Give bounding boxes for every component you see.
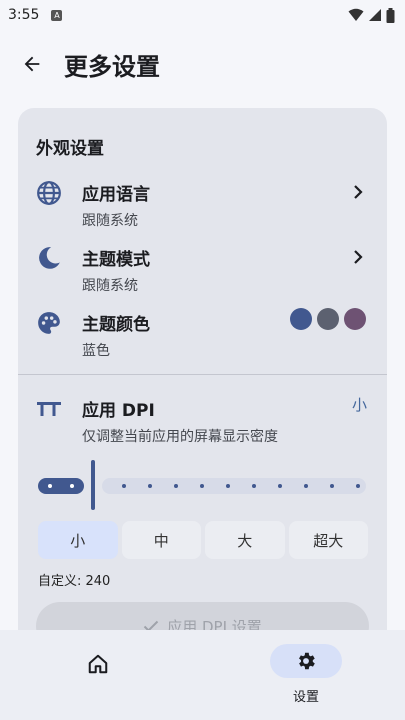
slider-tick: [356, 484, 360, 488]
setting-theme-color[interactable]: 主题颜色 蓝色: [18, 308, 387, 370]
arrow-left-icon: [24, 56, 40, 72]
bottom-navigation: 设置: [0, 630, 405, 720]
color-swatch[interactable]: [344, 308, 366, 330]
setting-theme-mode[interactable]: 主题模式 跟随系统: [18, 243, 387, 305]
slider-tick: [148, 484, 152, 488]
status-time: 3:55: [8, 7, 40, 23]
slider-tick: [174, 484, 178, 488]
home-icon: [88, 654, 108, 674]
palette-icon: [38, 312, 60, 334]
dpi-option-button[interactable]: 小: [38, 521, 118, 559]
setting-title: 应用语言: [82, 185, 150, 205]
chevron-right-icon: [354, 185, 363, 199]
top-app-bar: 更多设置: [0, 36, 405, 92]
dpi-option-button[interactable]: 中: [121, 521, 201, 559]
status-icons: [348, 7, 395, 23]
setting-title: 主题颜色: [82, 315, 150, 335]
slider-tick: [200, 484, 204, 488]
color-swatch[interactable]: [317, 308, 339, 330]
slider-tick: [252, 484, 256, 488]
globe-icon: [37, 181, 61, 205]
gear-icon: [299, 652, 315, 670]
setting-app-dpi: 应用 DPI 仅调整当前应用的屏幕显示密度: [18, 394, 387, 456]
slider-tick: [122, 484, 126, 488]
color-swatch[interactable]: [290, 308, 312, 330]
text-size-icon: [37, 402, 61, 416]
battery-icon: [386, 7, 395, 23]
signal-icon: [369, 9, 381, 21]
page-title: 更多设置: [64, 52, 160, 81]
slider-tick: [278, 484, 282, 488]
dpi-option-button[interactable]: 大: [205, 521, 285, 559]
back-button[interactable]: [18, 50, 46, 78]
moon-icon: [39, 247, 60, 269]
setting-description: 仅调整当前应用的屏幕显示密度: [82, 429, 278, 445]
chevron-right-icon: [354, 250, 363, 264]
app-notification-icon: A: [51, 9, 63, 21]
settings-card: 外观设置 应用语言 跟随系统 主题模式 跟随系统 主题颜色 蓝色 应用 DPI …: [18, 108, 387, 668]
setting-value: 蓝色: [82, 343, 110, 359]
section-title-appearance: 外观设置: [36, 139, 104, 159]
slider-inactive-track: [102, 478, 366, 494]
slider-thumb[interactable]: [91, 460, 95, 510]
setting-title: 应用 DPI: [82, 401, 155, 421]
setting-value: 跟随系统: [82, 278, 138, 294]
setting-value: 跟随系统: [82, 213, 138, 229]
nav-home[interactable]: [68, 648, 128, 680]
wifi-icon: [348, 8, 364, 21]
setting-app-language[interactable]: 应用语言 跟随系统: [18, 178, 387, 240]
dpi-current-value: 小: [351, 396, 367, 414]
custom-dpi-label: 自定义: 240: [38, 574, 111, 589]
dpi-slider[interactable]: [36, 458, 368, 514]
dpi-preset-options: 小中大超大: [38, 521, 368, 559]
slider-tick: [226, 484, 230, 488]
dpi-option-button[interactable]: 超大: [288, 521, 368, 559]
nav-settings[interactable]: [270, 644, 342, 678]
slider-tick: [304, 484, 308, 488]
status-bar: 3:55 A: [0, 0, 405, 30]
slider-active-track: [38, 478, 84, 494]
slider-tick: [330, 484, 334, 488]
divider: [18, 374, 387, 375]
nav-settings-label: 设置: [292, 690, 319, 705]
setting-title: 主题模式: [82, 250, 150, 270]
